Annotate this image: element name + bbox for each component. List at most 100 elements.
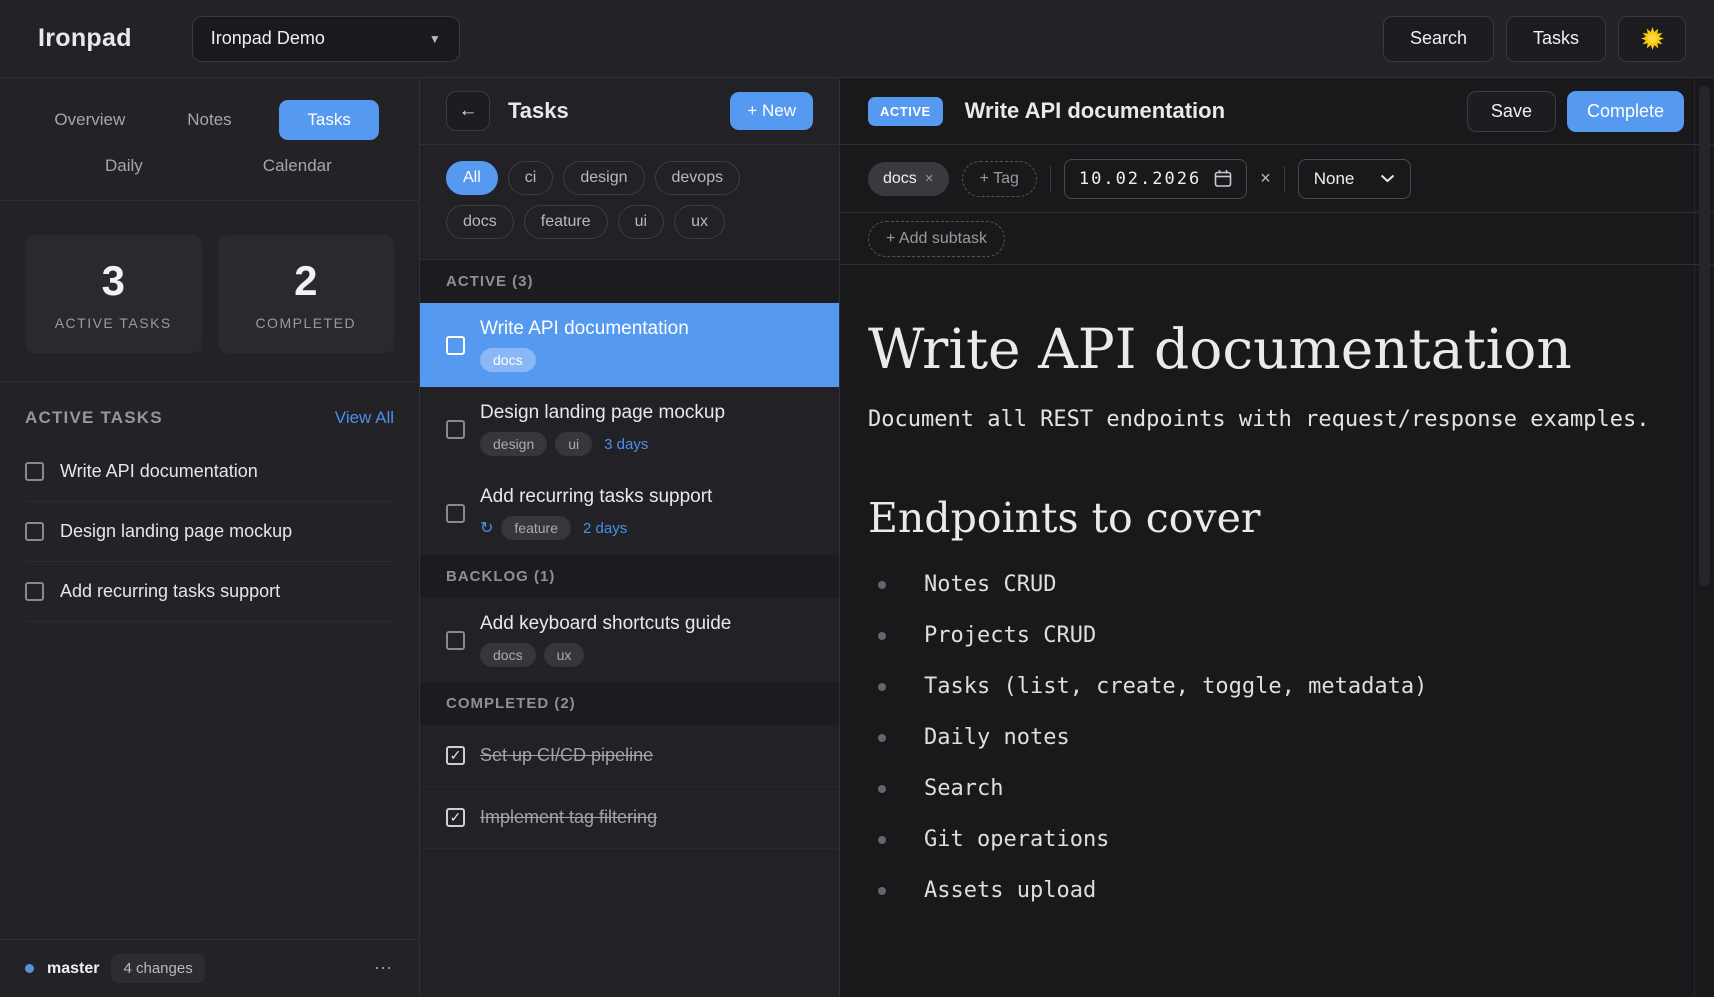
search-button[interactable]: Search (1383, 16, 1494, 62)
bullet-dot-icon (878, 836, 886, 844)
checkbox-checked[interactable]: ✓ (446, 746, 465, 765)
list-item: Git operations (868, 827, 1654, 852)
list-item[interactable]: Write API documentation (25, 442, 394, 502)
bullet-dot-icon (878, 683, 886, 691)
checkbox-checked[interactable]: ✓ (446, 808, 465, 827)
checkbox[interactable] (446, 336, 465, 355)
document-heading: Endpoints to cover (868, 494, 1654, 542)
tasks-button[interactable]: Tasks (1506, 16, 1606, 62)
checkbox[interactable] (446, 631, 465, 650)
branch-name: master (47, 960, 99, 978)
tasks-panel: ← Tasks + New All ci design devops docs … (420, 78, 840, 997)
task-detail-panel: ACTIVE Write API documentation Save Comp… (840, 78, 1714, 997)
ellipsis-icon[interactable]: ⋯ (374, 958, 394, 979)
remove-tag-icon[interactable]: × (925, 170, 934, 187)
bullet-dot-icon (878, 887, 886, 895)
calendar-icon (1214, 169, 1232, 188)
stat-value: 2 (294, 257, 317, 305)
checkbox[interactable] (25, 582, 44, 601)
task-row[interactable]: ✓ Implement tag filtering (420, 787, 839, 849)
git-status-bar: master 4 changes ⋯ (0, 939, 419, 997)
scrollbar-thumb[interactable] (1699, 86, 1710, 586)
checkbox[interactable] (446, 420, 465, 439)
tag-badge: feature (501, 516, 571, 540)
filter-ui[interactable]: ui (618, 205, 664, 239)
section-header-completed: COMPLETED (2) (420, 682, 839, 725)
filter-ux[interactable]: ux (674, 205, 725, 239)
sidebar-tab-overview[interactable]: Overview (30, 110, 150, 130)
sidebar-tab-calendar[interactable]: Calendar (263, 156, 332, 176)
checkbox[interactable] (25, 522, 44, 541)
check-icon: ✓ (450, 747, 462, 764)
back-button[interactable]: ← (446, 91, 490, 131)
check-icon: ✓ (450, 809, 462, 826)
list-item: Search (868, 776, 1654, 801)
app-logo: Ironpad (38, 24, 132, 53)
task-row[interactable]: Design landing page mockup design ui 3 d… (420, 387, 839, 471)
dropdown-arrow-icon: ▼ (429, 32, 441, 46)
filter-design[interactable]: design (563, 161, 644, 195)
tag-badge: docs (480, 643, 536, 667)
due-label: 3 days (604, 436, 648, 453)
filter-docs[interactable]: docs (446, 205, 514, 239)
status-badge: ACTIVE (868, 97, 943, 126)
filter-ci[interactable]: ci (508, 161, 554, 195)
document-preview[interactable]: Write API documentation Document all RES… (840, 265, 1714, 997)
add-subtask-button[interactable]: + Add subtask (868, 221, 1005, 257)
project-selector[interactable]: Ironpad Demo ▼ (192, 16, 460, 62)
stat-label: COMPLETED (255, 315, 356, 331)
filter-all[interactable]: All (446, 161, 498, 195)
stat-card-active-tasks: 3 ACTIVE TASKS (25, 235, 202, 353)
list-item[interactable]: Add recurring tasks support (25, 562, 394, 622)
project-selector-value: Ironpad Demo (211, 28, 325, 49)
task-row[interactable]: Add recurring tasks support ↻ feature 2 … (420, 471, 839, 555)
stat-value: 3 (102, 257, 125, 305)
clear-date-icon[interactable]: × (1260, 168, 1271, 189)
theme-toggle-button[interactable] (1618, 16, 1686, 62)
add-tag-button[interactable]: + Tag (962, 161, 1037, 197)
list-item: Notes CRUD (868, 572, 1654, 597)
task-row[interactable]: ✓ Set up CI/CD pipeline (420, 725, 839, 787)
save-button[interactable]: Save (1467, 91, 1556, 132)
top-bar: Ironpad Ironpad Demo ▼ Search Tasks (0, 0, 1714, 78)
tag-badge: ux (544, 643, 585, 667)
sun-icon (1640, 26, 1665, 51)
due-date-field[interactable]: 10.02.2026 (1064, 159, 1247, 199)
section-header-active: ACTIVE (3) (420, 260, 839, 303)
new-task-button[interactable]: + New (730, 92, 813, 130)
sidebar: Overview Notes Tasks Daily Calendar 3 AC… (0, 78, 420, 997)
section-header-backlog: BACKLOG (1) (420, 555, 839, 598)
chevron-down-icon (1380, 174, 1395, 183)
checkbox[interactable] (446, 504, 465, 523)
sidebar-tab-notes[interactable]: Notes (150, 110, 270, 130)
task-row[interactable]: Add keyboard shortcuts guide docs ux (420, 598, 839, 682)
task-row[interactable]: Write API documentation docs (420, 303, 839, 387)
divider (1050, 166, 1051, 192)
bullet-dot-icon (878, 581, 886, 589)
tag-chip-docs[interactable]: docs × (868, 162, 949, 196)
back-arrow-icon: ← (459, 100, 478, 122)
panel-title: Tasks (508, 98, 569, 124)
divider (1284, 166, 1285, 192)
filter-devops[interactable]: devops (655, 161, 741, 195)
bullet-dot-icon (878, 734, 886, 742)
list-item[interactable]: Design landing page mockup (25, 502, 394, 562)
tag-badge: ui (555, 432, 592, 456)
tag-badge: docs (480, 348, 536, 372)
list-item: Assets upload (868, 878, 1654, 903)
bullet-dot-icon (878, 632, 886, 640)
complete-button[interactable]: Complete (1567, 91, 1684, 132)
active-tasks-heading: ACTIVE TASKS (25, 408, 163, 428)
sidebar-tab-daily[interactable]: Daily (105, 156, 143, 176)
recurring-icon: ↻ (480, 518, 493, 538)
view-all-link[interactable]: View All (335, 408, 394, 428)
stat-label: ACTIVE TASKS (55, 315, 172, 331)
filter-feature[interactable]: feature (524, 205, 608, 239)
scrollbar-track[interactable] (1694, 78, 1714, 997)
sidebar-tab-tasks[interactable]: Tasks (279, 100, 379, 140)
branch-dot-icon (25, 964, 34, 973)
list-item: Daily notes (868, 725, 1654, 750)
checkbox[interactable] (25, 462, 44, 481)
tag-badge: design (480, 432, 547, 456)
recurrence-select[interactable]: None (1298, 159, 1412, 199)
